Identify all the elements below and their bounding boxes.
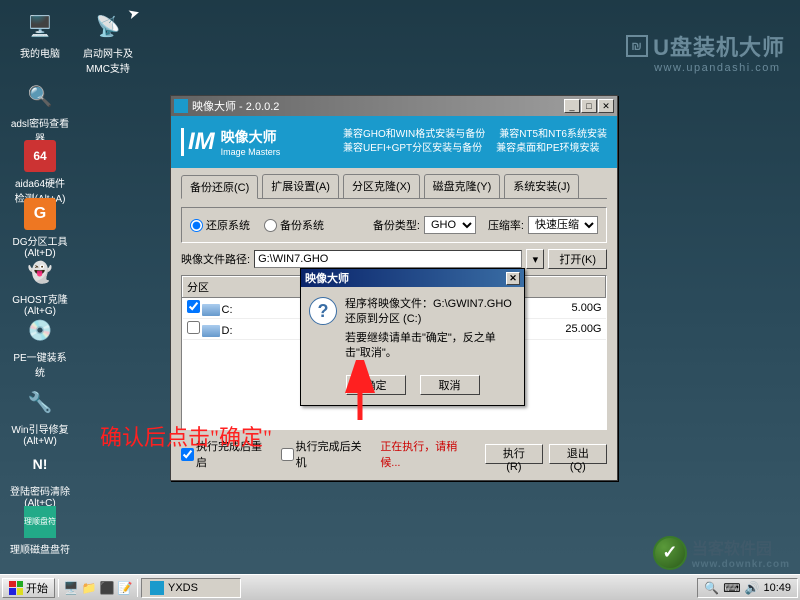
confirm-dialog: 映像大师 ✕ ? 程序将映像文件：G:\GWIN7.GHO 还原到分区 (C:)… (300, 268, 525, 406)
icon-label: 我的电脑 (10, 45, 70, 60)
icon-label: PE一键装系统 (10, 349, 70, 379)
icon-image: 🖥️ (24, 10, 56, 42)
icon-label: 启动网卡及MMC支持 (78, 45, 138, 75)
icon-label: Win引导修复(Alt+W) (10, 421, 70, 447)
im-logo-icon: IM (181, 128, 215, 156)
path-input[interactable] (254, 250, 522, 268)
titlebar[interactable]: 映像大师 - 2.0.0.2 _ □ ✕ (171, 96, 617, 116)
icon-image: 理顺盘符 (24, 506, 56, 538)
dialog-cancel-button[interactable]: 取消 (420, 375, 480, 395)
window-title: 映像大师 - 2.0.0.2 (192, 98, 279, 114)
execute-button[interactable]: 执行(R) (485, 444, 543, 464)
tray-search-icon[interactable]: 🔍 (704, 581, 719, 595)
exit-button[interactable]: 退出(Q) (549, 444, 607, 464)
desktop-icon-9[interactable]: 理顺盘符理顺磁盘盘符 (10, 506, 70, 556)
icon-label: 理顺磁盘盘符 (10, 541, 70, 556)
radio-restore[interactable]: 还原系统 (190, 217, 250, 233)
windows-logo-icon (9, 581, 23, 595)
compress-select[interactable]: 快速压缩 (528, 216, 598, 234)
desktop-icon-7[interactable]: 🔧 Win引导修复(Alt+W) (10, 386, 70, 447)
radio-backup[interactable]: 备份系统 (264, 217, 324, 233)
tab-0[interactable]: 备份还原(C) (181, 175, 258, 199)
ql-notepad-icon[interactable]: 📝 (117, 580, 133, 596)
status-text: 正在执行，请稍候... (380, 438, 475, 470)
icon-image: N! (24, 448, 56, 480)
minimize-button[interactable]: _ (564, 99, 580, 113)
tray-volume-icon[interactable]: 🔊 (745, 581, 760, 595)
question-icon: ? (309, 297, 337, 325)
dialog-close-button[interactable]: ✕ (506, 272, 520, 285)
ql-cmd-icon[interactable]: ⬛ (99, 580, 115, 596)
icon-image: G (24, 198, 56, 230)
drive-icon (202, 325, 220, 337)
clock[interactable]: 10:49 (763, 582, 791, 594)
app-icon (174, 99, 188, 113)
path-label: 映像文件路径: (181, 251, 250, 267)
dialog-titlebar[interactable]: 映像大师 ✕ (301, 269, 524, 287)
chk-shutdown[interactable]: 执行完成后关机 (281, 438, 371, 470)
open-button[interactable]: 打开(K) (548, 249, 607, 269)
desktop-icon-1[interactable]: 📡启动网卡及MMC支持 (78, 10, 138, 75)
desktop: ➤ ₪U盘装机大师 www.upandashi.com ✓ 当客软件园www.d… (0, 0, 800, 600)
icon-image: 🔍 (24, 80, 56, 112)
annotation-text: 确认后点击"确定" (100, 420, 272, 452)
banner: IM 映像大师 Image Masters 兼容GHO和WIN格式安装与备份兼容… (171, 116, 617, 168)
maximize-button[interactable]: □ (581, 99, 597, 113)
desktop-icon-3[interactable]: 64aida64硬件检测(Alt+A) (10, 140, 70, 205)
path-dropdown-button[interactable]: ▾ (526, 249, 544, 269)
bottom-wm-logo-icon: ✓ (653, 536, 687, 570)
start-button[interactable]: 开始 (2, 578, 55, 598)
icon-image: 🔧 (24, 386, 56, 418)
ql-desktop-icon[interactable]: 🖥️ (63, 580, 79, 596)
watermark: ₪U盘装机大师 www.upandashi.com (626, 30, 785, 74)
desktop-icon-8[interactable]: N!登陆密码清除(Alt+C) (10, 448, 70, 509)
tab-1[interactable]: 扩展设置(A) (262, 174, 339, 198)
close-button[interactable]: ✕ (598, 99, 614, 113)
icon-image: 64 (24, 140, 56, 172)
annotation-arrow-icon (335, 360, 385, 425)
icon-image: 👻 (24, 256, 56, 288)
bottom-watermark: ✓ 当客软件园www.downkr.com (653, 535, 790, 570)
row-checkbox[interactable] (187, 321, 200, 334)
drive-icon (202, 304, 220, 316)
desktop-icon-4[interactable]: GDG分区工具(Alt+D) (10, 198, 70, 259)
taskbar-task[interactable]: YXDS (141, 578, 241, 598)
desktop-icon-6[interactable]: 💿PE一键装系统 (10, 314, 70, 379)
task-app-icon (150, 581, 164, 595)
desktop-icon-2[interactable]: 🔍adsl密码查看器 (10, 80, 70, 145)
tray-keyboard-icon[interactable]: ⌨ (723, 581, 740, 595)
system-tray: 🔍 ⌨ 🔊 10:49 (697, 578, 798, 598)
desktop-icon-5[interactable]: 👻GHOST克隆(Alt+G) (10, 256, 70, 317)
tab-2[interactable]: 分区克隆(X) (343, 174, 420, 198)
icon-image: 💿 (24, 314, 56, 346)
wm-logo-icon: ₪ (626, 35, 648, 57)
taskbar: 开始 🖥️ 📁 ⬛ 📝 YXDS 🔍 ⌨ 🔊 10:49 (0, 574, 800, 600)
desktop-icon-0[interactable]: 🖥️ 我的电脑 (10, 10, 70, 60)
tab-3[interactable]: 磁盘克隆(Y) (424, 174, 501, 198)
row-checkbox[interactable] (187, 300, 200, 313)
tab-bar: 备份还原(C)扩展设置(A)分区克隆(X)磁盘克隆(Y)系统安装(J) (181, 174, 607, 199)
icon-image: 📡 (92, 10, 124, 42)
tab-4[interactable]: 系统安装(J) (504, 174, 579, 198)
ql-pe-icon[interactable]: 📁 (81, 580, 97, 596)
backup-type-select[interactable]: GHO (424, 216, 476, 234)
